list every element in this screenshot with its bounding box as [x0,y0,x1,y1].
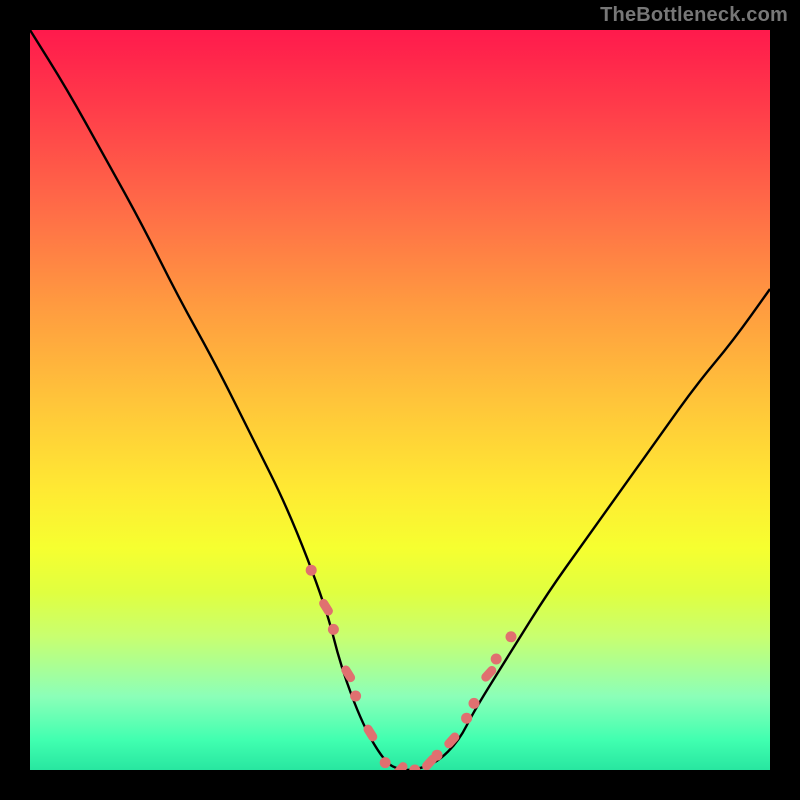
marker-bar [391,760,410,770]
marker-dot [409,765,420,771]
marker-dot [350,691,361,702]
marker-bar [317,597,334,617]
marker-group [306,565,517,770]
marker-dot [432,750,443,761]
marker-dot [461,713,472,724]
marker-dot [306,565,317,576]
chart-svg [30,30,770,770]
marker-dot [380,757,391,768]
marker-bar [479,664,498,683]
bottleneck-curve-path [30,30,770,770]
chart-plot-area [30,30,770,770]
watermark-text: TheBottleneck.com [600,4,788,27]
bottleneck-curve [30,30,770,770]
marker-dot [469,698,480,709]
marker-dot [506,631,517,642]
marker-dot [491,654,502,665]
chart-frame: TheBottleneck.com [0,0,800,800]
marker-dot [328,624,339,635]
